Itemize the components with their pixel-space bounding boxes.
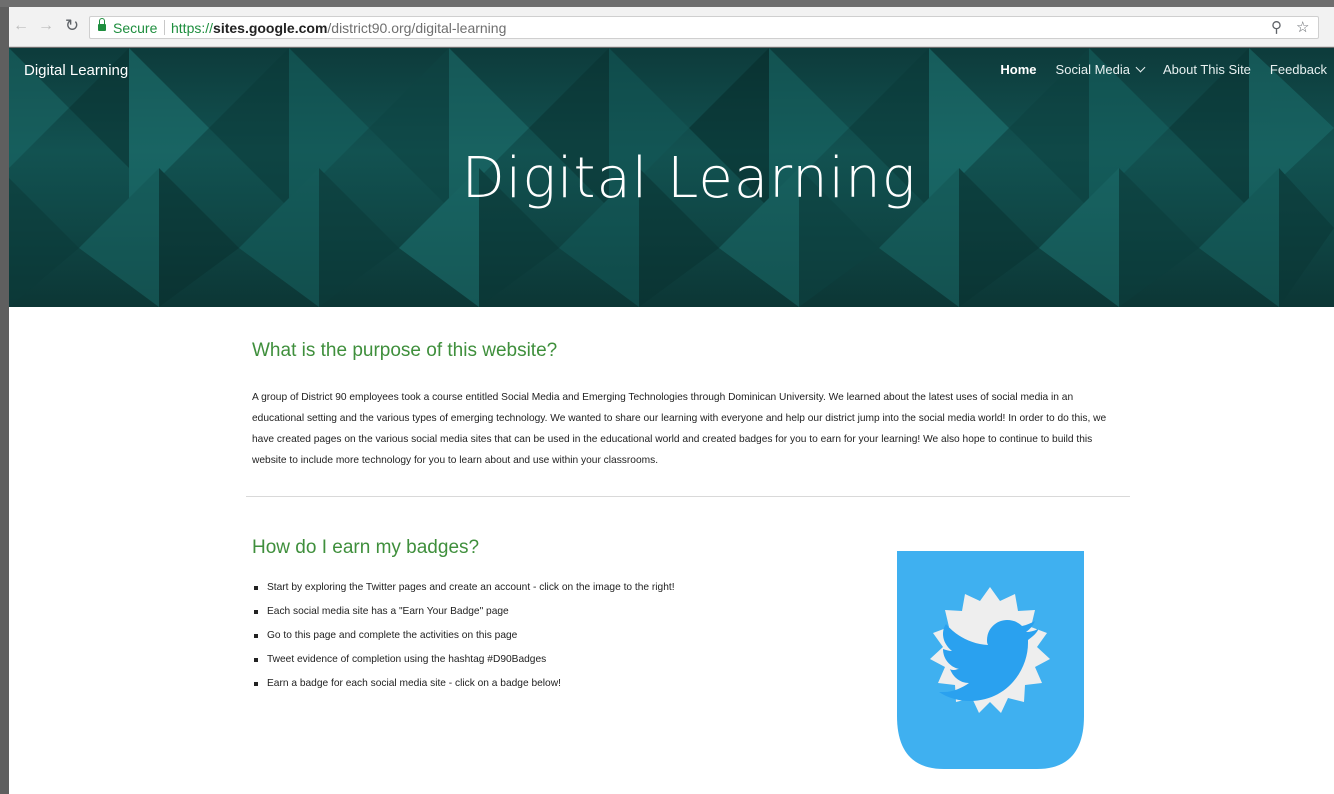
nav-social-media[interactable]: Social Media (1055, 62, 1146, 77)
bookmark-star-icon[interactable]: ☆ (1296, 20, 1309, 36)
list-item: Tweet evidence of completion using the h… (252, 652, 675, 668)
section-divider (246, 496, 1130, 497)
site-name-link[interactable]: Digital Learning (24, 62, 128, 79)
badge-steps-list: Start by exploring the Twitter pages and… (252, 580, 675, 700)
purpose-paragraph: A group of District 90 employees took a … (252, 392, 1107, 466)
window-frame-top (0, 0, 1334, 7)
url-text: https://sites.google.com/district90.org/… (171, 20, 506, 36)
forward-icon[interactable]: → (38, 18, 54, 34)
main-content: What is the purpose of this website? A g… (9, 307, 1334, 794)
nav-about-label: About This Site (1162, 62, 1251, 77)
list-item: Each social media site has a "Earn Your … (252, 604, 675, 620)
url-scheme: https:// (171, 20, 214, 36)
nav-home[interactable]: Home (1000, 62, 1036, 77)
browser-toolbar: ← → ↻ Secure https://sites.google.com/di… (9, 7, 1334, 47)
secure-label: Secure (113, 20, 158, 36)
nav-feedback[interactable]: Feedback (1270, 62, 1327, 77)
list-item: Earn a badge for each social media site … (252, 676, 675, 692)
back-icon[interactable]: ← (13, 18, 29, 34)
nav-about[interactable]: About This Site (1163, 62, 1251, 77)
twitter-badge-icon[interactable] (897, 551, 1084, 769)
hero-title: Digital Learning (461, 146, 917, 211)
list-item: Go to this page and complete the activit… (252, 628, 675, 644)
url-path: /district90.org/digital-learning (327, 20, 507, 36)
nav-social-media-label: Social Media (1055, 62, 1130, 77)
lock-icon (98, 18, 106, 31)
omnibox-separator (164, 20, 165, 35)
chevron-down-icon (1135, 62, 1146, 73)
reload-icon[interactable]: ↻ (64, 17, 80, 34)
zoom-icon[interactable]: ⚲ (1271, 20, 1282, 36)
nav-feedback-label: Feedback (1269, 62, 1327, 77)
url-host: sites.google.com (213, 20, 328, 36)
list-item: Start by exploring the Twitter pages and… (252, 580, 675, 596)
site-nav: Home Social Media About This Site Feedba… (1000, 62, 1327, 77)
window-frame-left (0, 7, 9, 794)
purpose-heading: What is the purpose of this website? (252, 340, 558, 361)
address-bar[interactable]: Secure https://sites.google.com/district… (89, 16, 1319, 39)
hero-banner: Digital Learning Home Social Media About… (9, 48, 1334, 307)
nav-home-label: Home (1000, 62, 1037, 77)
badges-heading: How do I earn my badges? (252, 537, 480, 558)
